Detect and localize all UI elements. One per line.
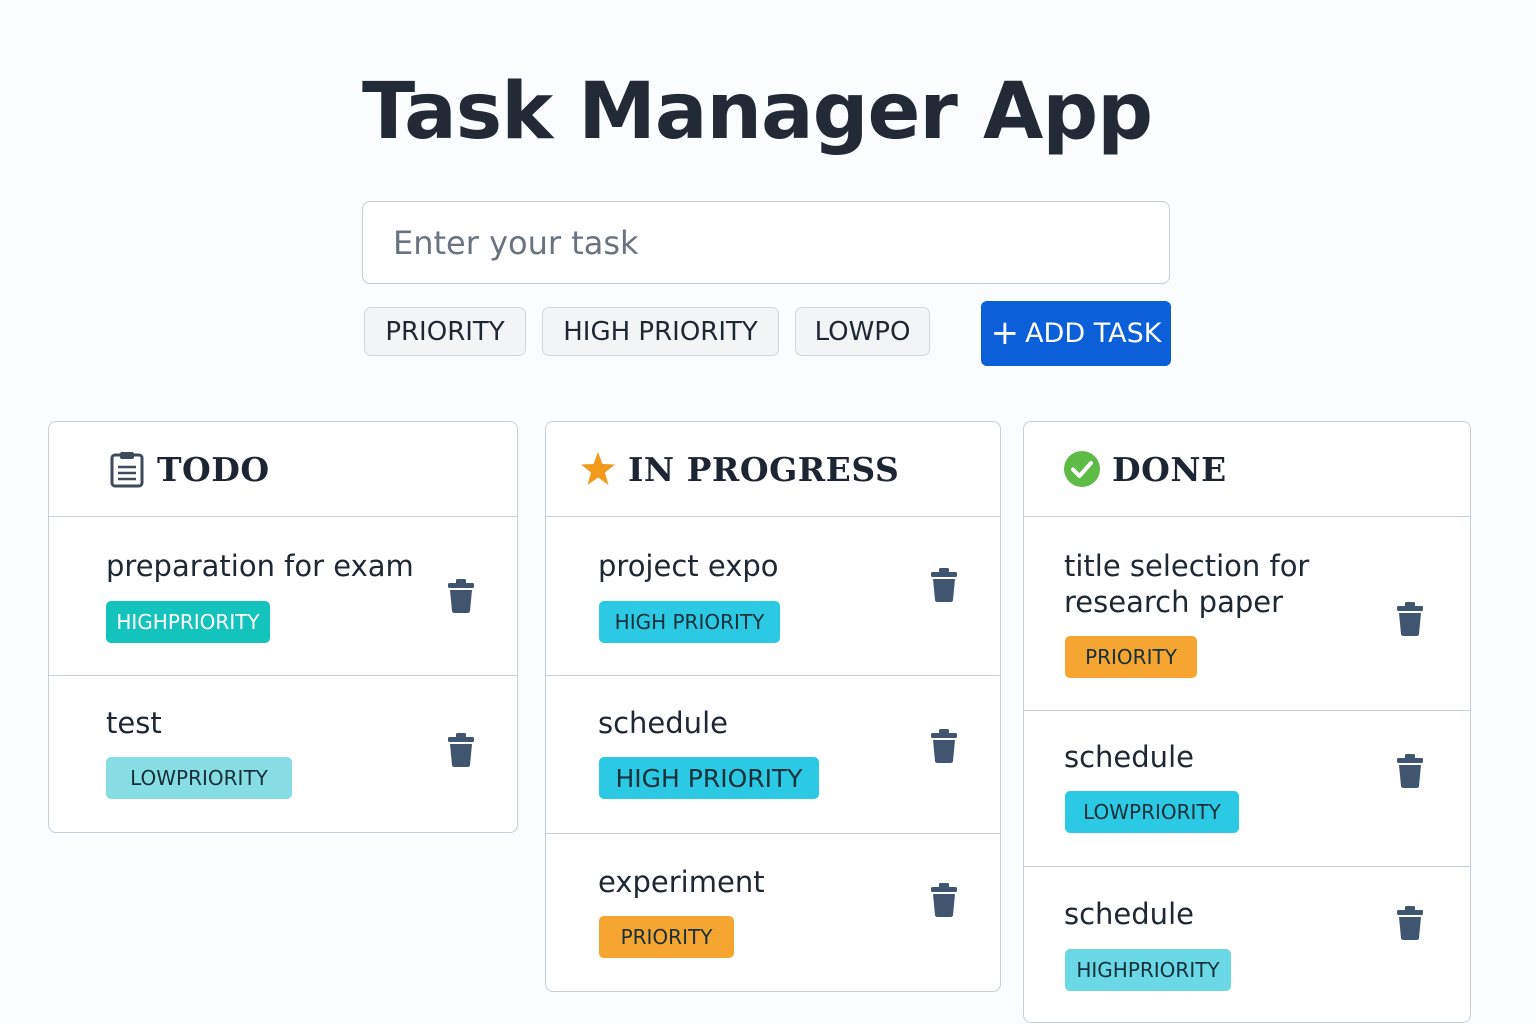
priority-badge: HIGH PRIORITY xyxy=(599,601,780,643)
task-title: preparation for exam xyxy=(106,549,414,583)
priority-option-high-priority[interactable]: HIGH PRIORITY xyxy=(542,307,779,356)
task-input[interactable] xyxy=(362,201,1170,284)
column-title: TODO xyxy=(157,449,270,489)
task-card[interactable]: experiment PRIORITY xyxy=(546,834,1000,991)
page-title: Task Manager App xyxy=(362,67,1153,157)
plus-icon: + xyxy=(990,312,1020,353)
task-title: title selection for research paper xyxy=(1064,549,1310,619)
star-icon xyxy=(578,449,618,489)
task-title: schedule xyxy=(598,706,728,740)
task-card[interactable]: test LOWPRIORITY xyxy=(49,676,517,832)
task-card[interactable]: project expo HIGH PRIORITY xyxy=(546,517,1000,676)
task-title: schedule xyxy=(1064,740,1194,774)
column-title: DONE xyxy=(1112,449,1227,489)
priority-badge: HIGH PRIORITY xyxy=(599,757,819,799)
column-in-progress: IN PROGRESS project expo HIGH PRIORITY s… xyxy=(545,421,1001,992)
trash-icon[interactable] xyxy=(1396,905,1424,941)
check-circle-icon xyxy=(1062,449,1102,489)
trash-icon[interactable] xyxy=(930,728,958,764)
task-card[interactable]: title selection for research paper PRIOR… xyxy=(1024,517,1470,711)
trash-icon[interactable] xyxy=(930,567,958,603)
task-card[interactable]: preparation for exam HIGHPRIORITY xyxy=(49,517,517,676)
priority-badge: LOWPRIORITY xyxy=(106,757,292,799)
priority-badge: HIGHPRIORITY xyxy=(106,601,270,643)
priority-option-priority[interactable]: PRIORITY xyxy=(364,307,526,356)
task-title: test xyxy=(106,706,162,740)
column-done: DONE title selection for research paper … xyxy=(1023,421,1471,1023)
task-card[interactable]: schedule LOWPRIORITY xyxy=(1024,711,1470,867)
task-card[interactable]: schedule HIGH PRIORITY xyxy=(546,676,1000,834)
add-task-button[interactable]: + ADD TASK xyxy=(981,301,1171,366)
add-task-label: ADD TASK xyxy=(1025,318,1162,349)
priority-badge: LOWPRIORITY xyxy=(1065,791,1239,833)
column-title: IN PROGRESS xyxy=(628,449,900,489)
trash-icon[interactable] xyxy=(1396,601,1424,637)
task-title: project expo xyxy=(598,549,779,583)
priority-badge: HIGHPRIORITY xyxy=(1065,949,1231,991)
priority-badge: PRIORITY xyxy=(599,916,734,958)
priority-option-low-priority[interactable]: LOWPO xyxy=(795,307,930,356)
column-header: IN PROGRESS xyxy=(546,422,1000,517)
clipboard-icon xyxy=(107,449,147,489)
task-card[interactable]: schedule HIGHPRIORITY xyxy=(1024,867,1470,1022)
column-header: TODO xyxy=(49,422,517,517)
trash-icon[interactable] xyxy=(447,578,475,614)
trash-icon[interactable] xyxy=(1396,753,1424,789)
column-todo: TODO preparation for exam HIGHPRIORITY t… xyxy=(48,421,518,833)
task-title: experiment xyxy=(598,865,765,899)
task-title: schedule xyxy=(1064,897,1194,931)
column-header: DONE xyxy=(1024,422,1470,517)
trash-icon[interactable] xyxy=(447,732,475,768)
trash-icon[interactable] xyxy=(930,882,958,918)
priority-badge: PRIORITY xyxy=(1065,636,1197,678)
